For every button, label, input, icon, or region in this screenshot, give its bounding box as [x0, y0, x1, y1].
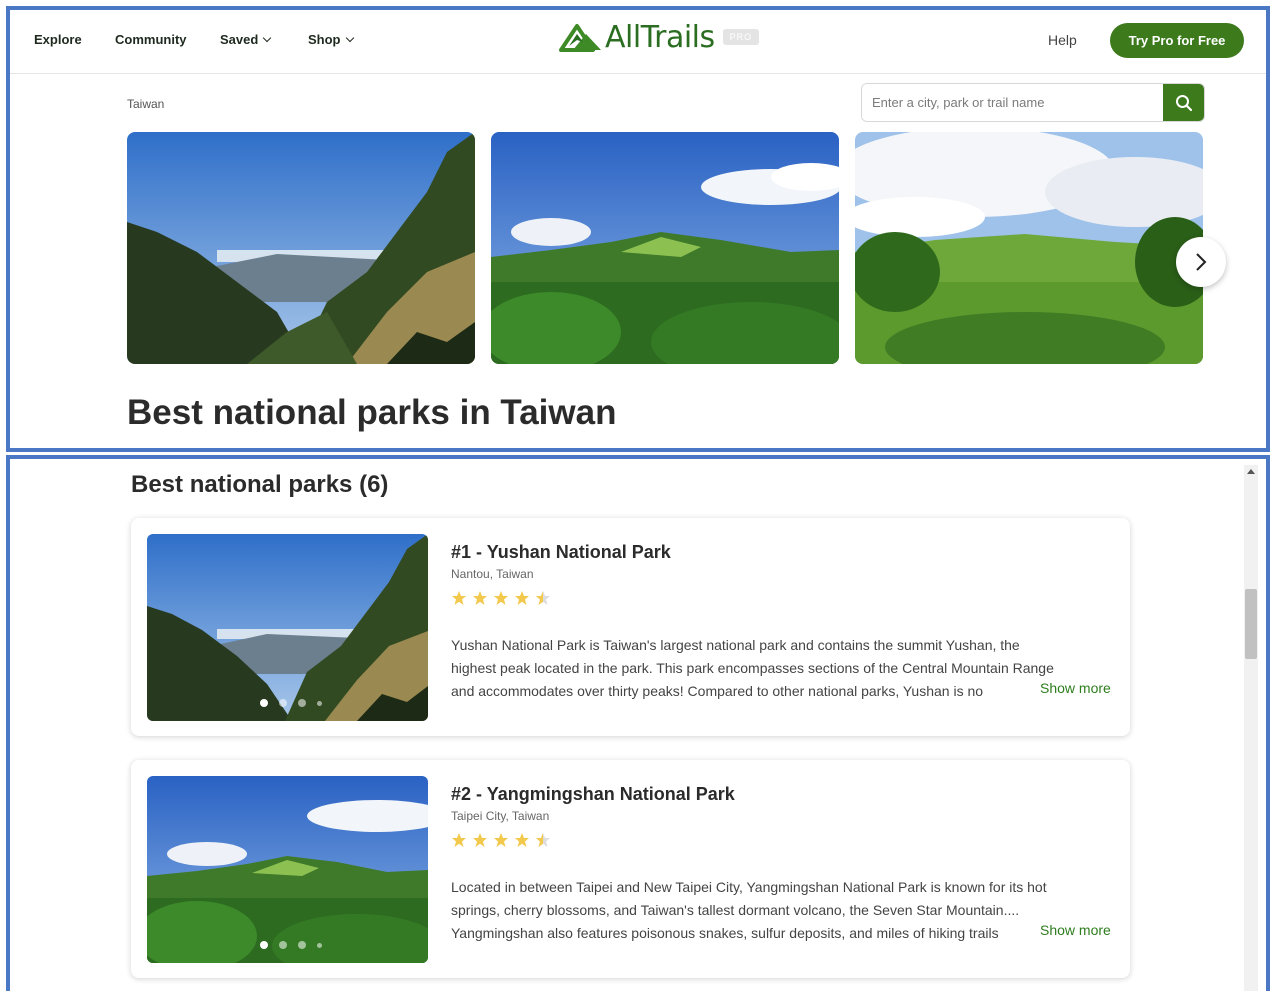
description-line: Yushan National Park is Taiwan's largest… [451, 637, 1020, 653]
star-icon [473, 591, 487, 605]
star-half-icon [536, 833, 550, 847]
carousel-dot[interactable] [279, 941, 287, 949]
carousel-dot[interactable] [260, 699, 268, 707]
nav-shop[interactable]: Shop [308, 32, 354, 47]
star-icon [494, 833, 508, 847]
park-photo-carousel[interactable] [147, 776, 428, 963]
star-icon [515, 833, 529, 847]
carousel-dot[interactable] [279, 699, 287, 707]
pro-badge: PRO [722, 29, 760, 45]
top-navigation: Explore Community Saved Shop AllTrails P… [10, 10, 1266, 74]
search-input[interactable] [862, 84, 1163, 121]
page-title: Best national parks in Taiwan [127, 393, 617, 432]
nav-saved-label: Saved [220, 32, 259, 47]
logo-text: AllTrails [605, 19, 715, 55]
carousel-dot[interactable] [317, 942, 322, 948]
description-line: Located in between Taipei and New Taipei… [451, 879, 1047, 895]
park-location: Taipei City, Taiwan [451, 809, 550, 823]
park-description: Yushan National Park is Taiwan's largest… [451, 634, 1116, 703]
park-card-2[interactable]: #2 - Yangmingshan National Park Taipei C… [131, 760, 1130, 978]
star-icon [515, 591, 529, 605]
alltrails-logo[interactable]: AllTrails PRO [559, 19, 760, 55]
park-title[interactable]: #2 - Yangmingshan National Park [451, 784, 735, 805]
try-pro-button[interactable]: Try Pro for Free [1110, 23, 1244, 58]
search-bar [861, 83, 1205, 122]
carousel-dot[interactable] [298, 941, 306, 949]
star-rating [451, 590, 551, 606]
scrollbar-thumb[interactable] [1245, 589, 1257, 659]
hero-photo-1[interactable] [127, 132, 475, 364]
star-icon [494, 591, 508, 605]
star-icon [473, 833, 487, 847]
search-icon [1175, 94, 1192, 111]
nav-community[interactable]: Community [115, 32, 187, 47]
chevron-right-icon [1196, 253, 1207, 271]
carousel-dot[interactable] [260, 941, 268, 949]
vertical-scrollbar[interactable] [1244, 465, 1258, 991]
chevron-down-icon [345, 33, 354, 43]
help-link[interactable]: Help [1048, 32, 1077, 48]
description-line: springs, cherry blossoms, and Taiwan's t… [451, 902, 1020, 918]
scroll-up-arrow-icon[interactable] [1247, 469, 1255, 474]
star-icon [452, 833, 466, 847]
carousel-dots [260, 941, 322, 949]
chevron-down-icon [263, 33, 272, 43]
show-more-link[interactable]: Show more [1036, 680, 1111, 696]
star-rating [451, 832, 551, 848]
park-photo-carousel[interactable] [147, 534, 428, 721]
hero-photo-2[interactable] [491, 132, 839, 364]
carousel-next-button[interactable] [1176, 237, 1226, 287]
carousel-dots [260, 699, 322, 707]
carousel-dot[interactable] [298, 699, 306, 707]
nav-explore[interactable]: Explore [34, 32, 82, 47]
park-card-1[interactable]: #1 - Yushan National Park Nantou, Taiwan… [131, 518, 1130, 736]
description-line: highest peak located in the park. This p… [451, 660, 1054, 676]
star-half-icon [536, 591, 550, 605]
show-more-link[interactable]: Show more [1036, 922, 1111, 938]
breadcrumb[interactable]: Taiwan [127, 97, 164, 111]
carousel-dot[interactable] [317, 700, 322, 706]
parks-list-panel: Best national parks (6) #1 - Yushan Nati… [6, 455, 1270, 991]
star-icon [452, 591, 466, 605]
description-line: and accommodates over thirty peaks! Comp… [451, 683, 984, 699]
park-description: Located in between Taipei and New Taipei… [451, 876, 1116, 945]
nav-shop-label: Shop [308, 32, 341, 47]
nav-saved[interactable]: Saved [220, 32, 272, 47]
mountain-logo-icon [559, 24, 601, 52]
top-section-panel: Explore Community Saved Shop AllTrails P… [6, 6, 1270, 452]
section-title: Best national parks (6) [131, 471, 389, 498]
description-line: Yangmingshan also features poisonous sna… [451, 925, 999, 941]
park-title[interactable]: #1 - Yushan National Park [451, 542, 671, 563]
park-location: Nantou, Taiwan [451, 567, 534, 581]
hero-photo-3[interactable] [855, 132, 1203, 364]
search-button[interactable] [1163, 84, 1204, 121]
